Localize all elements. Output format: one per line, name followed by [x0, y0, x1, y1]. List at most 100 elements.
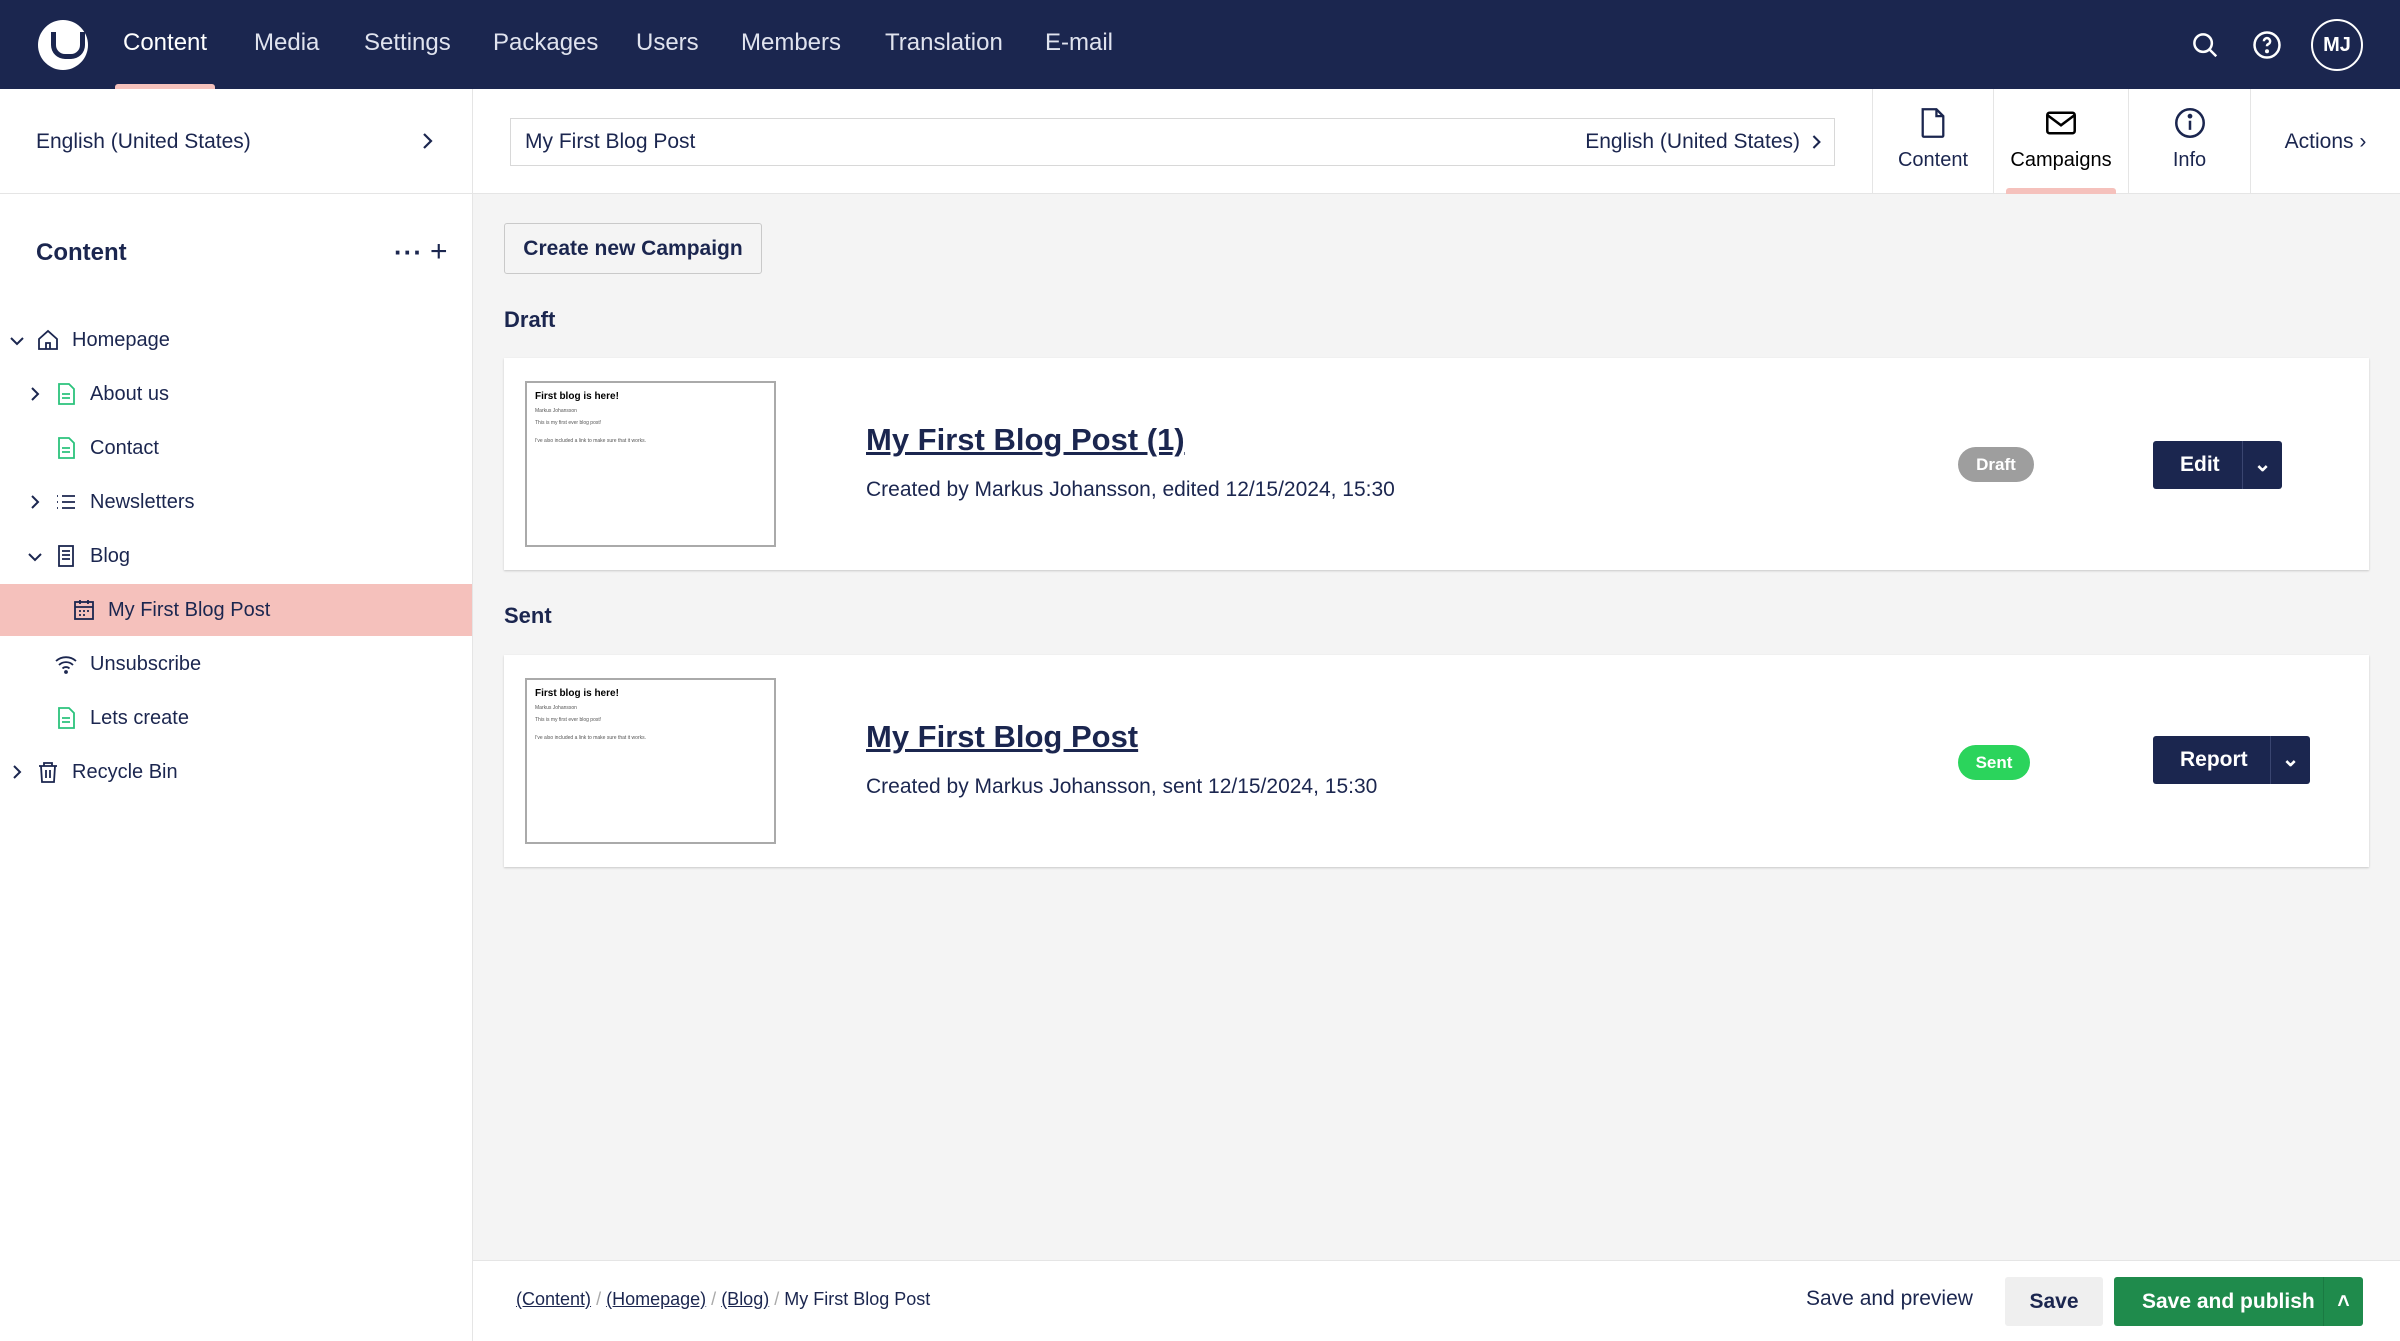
campaign-meta: Created by Markus Johansson, sent 12/15/… — [866, 775, 1378, 798]
tree-item-label: Homepage — [72, 329, 170, 351]
footer: (Content) / (Homepage) / (Blog) / My Fir… — [473, 1260, 2400, 1341]
edit-button[interactable]: Edit ⌄ — [2153, 441, 2282, 489]
document-icon — [1921, 108, 1945, 138]
nav-packages[interactable]: Packages — [493, 0, 598, 89]
language-label: English (United States) — [36, 130, 251, 153]
campaign-thumbnail[interactable]: First blog is here! Markus Johansson Thi… — [525, 381, 776, 547]
avatar[interactable]: MJ — [2311, 19, 2363, 71]
document-name-input[interactable]: My First Blog Post English (United State… — [510, 118, 1835, 166]
tree-item-label: Blog — [90, 545, 131, 567]
add-icon[interactable]: + — [430, 235, 448, 269]
chevron-up-icon[interactable]: ˄ — [2323, 1277, 2363, 1326]
tree-item-lets-create[interactable]: Lets create — [0, 692, 472, 744]
home-icon — [38, 329, 58, 350]
breadcrumb-homepage[interactable]: (Homepage) — [606, 1289, 706, 1309]
trash-icon — [39, 762, 57, 783]
breadcrumb-blog[interactable]: (Blog) — [721, 1289, 769, 1309]
breadcrumb-current: My First Blog Post — [784, 1289, 931, 1309]
thumb-line: I've also included a link to make sure t… — [535, 438, 647, 444]
editor-header: My First Blog Post English (United State… — [473, 89, 2400, 194]
chevron-right-icon[interactable] — [26, 493, 44, 511]
create-campaign-button[interactable]: Create new Campaign — [504, 223, 762, 274]
tab-label: Info — [2172, 149, 2207, 171]
save-publish-button[interactable]: Save and publish ˄ — [2114, 1277, 2363, 1326]
tree-item-unsubscribe[interactable]: Unsubscribe — [0, 638, 472, 690]
thumb-line: This is my first ever blog post! — [535, 717, 602, 723]
language-selector[interactable]: English (United States) — [0, 89, 473, 194]
blog-icon — [58, 545, 74, 567]
nav-translation[interactable]: Translation — [885, 0, 1003, 89]
campaign-title-link[interactable]: My First Blog Post — [866, 719, 1138, 755]
tree-item-label: Recycle Bin — [72, 761, 178, 783]
thumb-line: I've also included a link to make sure t… — [535, 735, 647, 741]
campaign-meta: Created by Markus Johansson, edited 12/1… — [866, 478, 1395, 501]
list-icon — [57, 495, 75, 509]
draft-heading: Draft — [504, 307, 556, 332]
nav-content[interactable]: Content — [114, 0, 216, 89]
chevron-right-icon[interactable] — [8, 763, 26, 781]
nav-media[interactable]: Media — [254, 0, 319, 89]
chevron-right-icon — [1812, 135, 1821, 149]
tree-item-label: Newsletters — [90, 491, 195, 513]
chevron-down-icon[interactable] — [8, 331, 26, 349]
variant-selector[interactable]: English (United States) — [1585, 119, 1800, 165]
tab-campaigns[interactable]: Campaigns — [1993, 89, 2128, 194]
chevron-right-icon — [423, 133, 433, 149]
report-label: Report — [2180, 748, 2248, 771]
breadcrumb-content[interactable]: (Content) — [516, 1289, 591, 1309]
tree-item-my-first-blog-post[interactable]: My First Blog Post — [0, 584, 472, 636]
edit-label: Edit — [2180, 453, 2220, 476]
info-icon — [2174, 108, 2205, 138]
save-publish-label: Save and publish — [2142, 1290, 2315, 1313]
save-button[interactable]: Save — [2005, 1277, 2103, 1326]
nav-members[interactable]: Members — [741, 0, 841, 89]
chevron-down-icon[interactable] — [26, 547, 44, 565]
thumb-author: Markus Johansson — [535, 408, 577, 414]
tree-item-homepage[interactable]: Homepage — [0, 314, 472, 366]
sidebar-heading: Content — [36, 239, 127, 266]
tree-item-contact[interactable]: Contact — [0, 422, 472, 474]
chevron-right-icon[interactable] — [26, 385, 44, 403]
campaign-thumbnail[interactable]: First blog is here! Markus Johansson Thi… — [525, 678, 776, 844]
actions-menu[interactable]: Actions › — [2250, 89, 2400, 194]
chevron-down-icon[interactable]: ⌄ — [2270, 736, 2310, 784]
actions-label: Actions — [2284, 130, 2354, 153]
tree-item-recycle-bin[interactable]: Recycle Bin — [0, 746, 472, 798]
document-icon — [58, 383, 75, 405]
thumb-author: Markus Johansson — [535, 705, 577, 711]
nav-users[interactable]: Users — [636, 0, 699, 89]
help-icon[interactable] — [2252, 30, 2282, 60]
nav-e-mail[interactable]: E-mail — [1045, 0, 1113, 89]
tree-item-label: Unsubscribe — [90, 653, 202, 675]
breadcrumb: (Content) / (Homepage) / (Blog) / My Fir… — [516, 1289, 931, 1309]
tree-item-blog[interactable]: Blog — [0, 530, 472, 582]
more-options-icon[interactable]: ··· — [394, 237, 423, 268]
tree-item-label: Contact — [90, 437, 159, 459]
status-badge: Sent — [1958, 745, 2030, 780]
umbraco-logo[interactable] — [38, 20, 88, 70]
tab-label: Campaigns — [2010, 149, 2112, 171]
top-navigation: Content Media Settings Packages Users Members… — [0, 0, 2400, 89]
chevron-down-icon[interactable]: ⌄ — [2242, 441, 2282, 489]
tree-item-label: Lets create — [90, 707, 189, 729]
save-preview-button[interactable]: Save and preview — [1806, 1287, 1973, 1311]
tree-item-label: About us — [90, 383, 169, 405]
search-icon[interactable] — [2190, 30, 2220, 60]
campaign-card-draft: First blog is here! Markus Johansson Thi… — [504, 358, 2369, 570]
tab-info[interactable]: Info — [2128, 89, 2250, 194]
calendar-icon — [74, 600, 94, 620]
tab-label: Content — [1897, 149, 1969, 171]
thumb-line: This is my first ever blog post! — [535, 420, 602, 426]
nav-settings[interactable]: Settings — [364, 0, 451, 89]
thumb-title: First blog is here! — [535, 391, 619, 402]
tree-item-newsletters[interactable]: Newsletters — [0, 476, 472, 528]
document-icon — [58, 707, 75, 729]
document-name: My First Blog Post — [525, 130, 696, 153]
tab-content[interactable]: Content — [1872, 89, 1993, 194]
envelope-icon — [2046, 111, 2076, 135]
campaign-title-link[interactable]: My First Blog Post (1) — [866, 422, 1185, 458]
status-badge: Draft — [1958, 447, 2034, 482]
tree-item-about-us[interactable]: About us — [0, 368, 472, 420]
sidebar: English (United States) Content ··· + Ho… — [0, 89, 473, 1341]
report-button[interactable]: Report ⌄ — [2153, 736, 2310, 784]
